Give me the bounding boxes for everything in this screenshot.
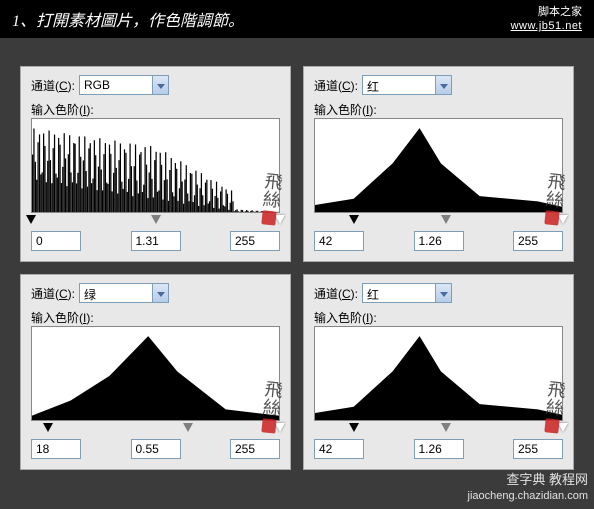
midtone-handle[interactable] xyxy=(151,215,161,224)
dropdown-button[interactable] xyxy=(152,76,168,94)
input-values-row: 18 0.55 255 xyxy=(31,439,280,459)
footer-url: jiaocheng.chazidian.com xyxy=(468,490,588,502)
midtone-handle[interactable] xyxy=(441,215,451,224)
input-levels-label: 输入色阶(I): xyxy=(314,101,563,118)
black-point-handle[interactable] xyxy=(349,215,359,224)
levels-slider[interactable] xyxy=(31,423,280,437)
header-watermark: 脚本之家 www.jb51.net xyxy=(511,5,582,34)
channel-value: 红 xyxy=(363,284,435,302)
footer-watermark: 查字典 教程网 jiaocheng.chazidian.com xyxy=(468,472,588,503)
channel-select[interactable]: 绿 xyxy=(79,283,169,303)
levels-slider[interactable] xyxy=(31,215,280,229)
input-values-row: 42 1.26 255 xyxy=(314,439,563,459)
channel-label: 通道(C): xyxy=(314,285,358,302)
channel-row: 通道(C): 红 xyxy=(314,75,563,95)
black-point-input[interactable]: 42 xyxy=(314,439,364,459)
levels-panel-1: 通道(C): 红 输入色阶(I): 42 1.26 255 飛絲 xyxy=(303,66,574,262)
header: 1、打開素材圖片，作色階調節。 脚本之家 www.jb51.net xyxy=(0,0,594,38)
watermark-line1: 脚本之家 xyxy=(511,5,582,19)
dropdown-button[interactable] xyxy=(435,284,451,302)
channel-label: 通道(C): xyxy=(31,77,75,94)
chevron-down-icon xyxy=(157,78,165,92)
black-point-handle[interactable] xyxy=(43,423,53,432)
input-values-row: 0 1.31 255 xyxy=(31,231,280,251)
histogram xyxy=(314,118,563,213)
histogram xyxy=(31,326,280,421)
channel-row: 通道(C): RGB xyxy=(31,75,280,95)
white-point-input[interactable]: 255 xyxy=(230,231,280,251)
chevron-down-icon xyxy=(157,286,165,300)
midtone-input[interactable]: 1.31 xyxy=(131,231,181,251)
midtone-input[interactable]: 1.26 xyxy=(414,231,464,251)
channel-value: 绿 xyxy=(80,284,152,302)
channel-select[interactable]: 红 xyxy=(362,75,452,95)
channel-row: 通道(C): 红 xyxy=(314,283,563,303)
channel-row: 通道(C): 绿 xyxy=(31,283,280,303)
white-point-handle[interactable] xyxy=(275,423,285,432)
chevron-down-icon xyxy=(440,78,448,92)
input-levels-label: 输入色阶(I): xyxy=(31,309,280,326)
channel-value: RGB xyxy=(80,76,152,94)
levels-panel-0: 通道(C): RGB 输入色阶(I): 0 1.31 255 飛絲 xyxy=(20,66,291,262)
black-point-input[interactable]: 42 xyxy=(314,231,364,251)
input-levels-label: 输入色阶(I): xyxy=(31,101,280,118)
levels-panel-2: 通道(C): 绿 输入色阶(I): 18 0.55 255 飛絲 xyxy=(20,274,291,470)
histogram xyxy=(31,118,280,213)
levels-slider[interactable] xyxy=(314,215,563,229)
levels-panel-3: 通道(C): 红 输入色阶(I): 42 1.26 255 飛絲 xyxy=(303,274,574,470)
black-point-input[interactable]: 18 xyxy=(31,439,81,459)
levels-slider[interactable] xyxy=(314,423,563,437)
channel-value: 红 xyxy=(363,76,435,94)
watermark-url: www.jb51.net xyxy=(511,19,582,33)
chevron-down-icon xyxy=(440,286,448,300)
channel-label: 通道(C): xyxy=(31,285,75,302)
page-title: 1、打開素材圖片，作色階調節。 xyxy=(12,7,244,31)
black-point-handle[interactable] xyxy=(26,215,36,224)
black-point-handle[interactable] xyxy=(349,423,359,432)
channel-select[interactable]: RGB xyxy=(79,75,169,95)
midtone-input[interactable]: 0.55 xyxy=(131,439,181,459)
dropdown-button[interactable] xyxy=(435,76,451,94)
histogram xyxy=(314,326,563,421)
channel-label: 通道(C): xyxy=(314,77,358,94)
white-point-input[interactable]: 255 xyxy=(230,439,280,459)
white-point-handle[interactable] xyxy=(558,215,568,224)
white-point-input[interactable]: 255 xyxy=(513,231,563,251)
input-values-row: 42 1.26 255 xyxy=(314,231,563,251)
footer-cn: 查字典 教程网 xyxy=(506,472,588,487)
dropdown-button[interactable] xyxy=(152,284,168,302)
black-point-input[interactable]: 0 xyxy=(31,231,81,251)
midtone-handle[interactable] xyxy=(441,423,451,432)
white-point-handle[interactable] xyxy=(558,423,568,432)
midtone-input[interactable]: 1.26 xyxy=(414,439,464,459)
white-point-handle[interactable] xyxy=(275,215,285,224)
channel-select[interactable]: 红 xyxy=(362,283,452,303)
midtone-handle[interactable] xyxy=(183,423,193,432)
input-levels-label: 输入色阶(I): xyxy=(314,309,563,326)
white-point-input[interactable]: 255 xyxy=(513,439,563,459)
